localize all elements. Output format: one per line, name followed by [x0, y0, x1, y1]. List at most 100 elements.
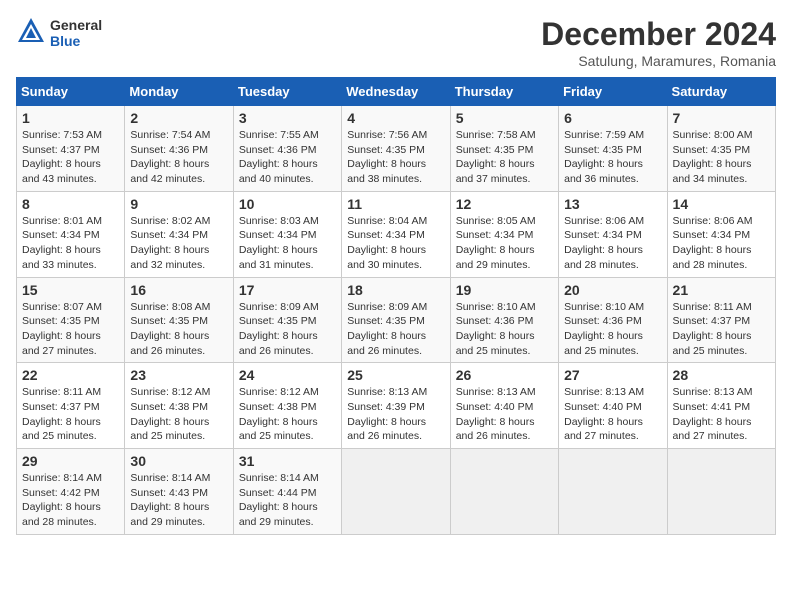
sunrise-label: Sunrise: 7:56 AM [347, 129, 427, 141]
daylight-label: Daylight: 8 hours and 38 minutes. [347, 158, 426, 185]
daylight-label: Daylight: 8 hours and 27 minutes. [22, 330, 101, 357]
sunrise-label: Sunrise: 8:10 AM [564, 301, 644, 313]
sunset-label: Sunset: 4:35 PM [130, 315, 208, 327]
day-info: Sunrise: 8:09 AM Sunset: 4:35 PM Dayligh… [347, 300, 444, 359]
sunset-label: Sunset: 4:41 PM [673, 401, 751, 413]
header-tuesday: Tuesday [233, 78, 341, 106]
header-saturday: Saturday [667, 78, 775, 106]
calendar-day-cell: 29 Sunrise: 8:14 AM Sunset: 4:42 PM Dayl… [17, 449, 125, 535]
daylight-label: Daylight: 8 hours and 25 minutes. [564, 330, 643, 357]
sunset-label: Sunset: 4:42 PM [22, 487, 100, 499]
sunrise-label: Sunrise: 8:07 AM [22, 301, 102, 313]
calendar-day-cell: 21 Sunrise: 8:11 AM Sunset: 4:37 PM Dayl… [667, 277, 775, 363]
calendar-day-cell: 14 Sunrise: 8:06 AM Sunset: 4:34 PM Dayl… [667, 191, 775, 277]
daylight-label: Daylight: 8 hours and 33 minutes. [22, 244, 101, 271]
sunrise-label: Sunrise: 8:03 AM [239, 215, 319, 227]
day-info: Sunrise: 8:10 AM Sunset: 4:36 PM Dayligh… [456, 300, 553, 359]
day-info: Sunrise: 8:04 AM Sunset: 4:34 PM Dayligh… [347, 214, 444, 273]
calendar-day-cell: 6 Sunrise: 7:59 AM Sunset: 4:35 PM Dayli… [559, 106, 667, 192]
daylight-label: Daylight: 8 hours and 25 minutes. [673, 330, 752, 357]
sunrise-label: Sunrise: 7:54 AM [130, 129, 210, 141]
day-number: 23 [130, 367, 227, 383]
day-number: 30 [130, 453, 227, 469]
daylight-label: Daylight: 8 hours and 27 minutes. [673, 416, 752, 443]
sunrise-label: Sunrise: 8:09 AM [347, 301, 427, 313]
day-info: Sunrise: 8:14 AM Sunset: 4:43 PM Dayligh… [130, 471, 227, 530]
daylight-label: Daylight: 8 hours and 26 minutes. [456, 416, 535, 443]
daylight-label: Daylight: 8 hours and 30 minutes. [347, 244, 426, 271]
sunrise-label: Sunrise: 8:12 AM [130, 386, 210, 398]
day-number: 19 [456, 282, 553, 298]
day-info: Sunrise: 8:12 AM Sunset: 4:38 PM Dayligh… [239, 385, 336, 444]
sunrise-label: Sunrise: 8:11 AM [673, 301, 752, 313]
logo-svg-icon [16, 16, 46, 46]
day-info: Sunrise: 8:00 AM Sunset: 4:35 PM Dayligh… [673, 128, 770, 187]
sunrise-label: Sunrise: 8:13 AM [347, 386, 427, 398]
sunset-label: Sunset: 4:36 PM [239, 144, 317, 156]
calendar-day-cell: 1 Sunrise: 7:53 AM Sunset: 4:37 PM Dayli… [17, 106, 125, 192]
day-info: Sunrise: 8:05 AM Sunset: 4:34 PM Dayligh… [456, 214, 553, 273]
day-info: Sunrise: 7:56 AM Sunset: 4:35 PM Dayligh… [347, 128, 444, 187]
header-thursday: Thursday [450, 78, 558, 106]
calendar-day-cell: 24 Sunrise: 8:12 AM Sunset: 4:38 PM Dayl… [233, 363, 341, 449]
daylight-label: Daylight: 8 hours and 25 minutes. [239, 416, 318, 443]
calendar-day-cell: 27 Sunrise: 8:13 AM Sunset: 4:40 PM Dayl… [559, 363, 667, 449]
calendar-day-cell: 17 Sunrise: 8:09 AM Sunset: 4:35 PM Dayl… [233, 277, 341, 363]
day-info: Sunrise: 7:54 AM Sunset: 4:36 PM Dayligh… [130, 128, 227, 187]
calendar-week-row: 1 Sunrise: 7:53 AM Sunset: 4:37 PM Dayli… [17, 106, 776, 192]
day-info: Sunrise: 8:11 AM Sunset: 4:37 PM Dayligh… [22, 385, 119, 444]
day-info: Sunrise: 8:08 AM Sunset: 4:35 PM Dayligh… [130, 300, 227, 359]
sunset-label: Sunset: 4:35 PM [673, 144, 751, 156]
calendar-day-cell [342, 449, 450, 535]
sunrise-label: Sunrise: 7:59 AM [564, 129, 644, 141]
day-number: 8 [22, 196, 119, 212]
daylight-label: Daylight: 8 hours and 26 minutes. [347, 416, 426, 443]
daylight-label: Daylight: 8 hours and 36 minutes. [564, 158, 643, 185]
sunrise-label: Sunrise: 8:13 AM [456, 386, 536, 398]
calendar-day-cell [559, 449, 667, 535]
sunset-label: Sunset: 4:35 PM [239, 315, 317, 327]
day-info: Sunrise: 8:03 AM Sunset: 4:34 PM Dayligh… [239, 214, 336, 273]
logo: General Blue [16, 16, 102, 51]
day-number: 13 [564, 196, 661, 212]
sunset-label: Sunset: 4:40 PM [564, 401, 642, 413]
sunset-label: Sunset: 4:37 PM [22, 144, 100, 156]
calendar-week-row: 8 Sunrise: 8:01 AM Sunset: 4:34 PM Dayli… [17, 191, 776, 277]
calendar-day-cell [667, 449, 775, 535]
sunset-label: Sunset: 4:43 PM [130, 487, 208, 499]
sunset-label: Sunset: 4:35 PM [347, 144, 425, 156]
sunrise-label: Sunrise: 8:13 AM [564, 386, 644, 398]
day-number: 28 [673, 367, 770, 383]
sunrise-label: Sunrise: 8:06 AM [673, 215, 753, 227]
daylight-label: Daylight: 8 hours and 29 minutes. [130, 501, 209, 528]
sunset-label: Sunset: 4:36 PM [130, 144, 208, 156]
calendar-day-cell: 2 Sunrise: 7:54 AM Sunset: 4:36 PM Dayli… [125, 106, 233, 192]
day-info: Sunrise: 8:02 AM Sunset: 4:34 PM Dayligh… [130, 214, 227, 273]
daylight-label: Daylight: 8 hours and 25 minutes. [456, 330, 535, 357]
calendar-title: December 2024 [541, 16, 776, 53]
day-number: 14 [673, 196, 770, 212]
calendar-day-cell: 12 Sunrise: 8:05 AM Sunset: 4:34 PM Dayl… [450, 191, 558, 277]
day-info: Sunrise: 8:13 AM Sunset: 4:40 PM Dayligh… [564, 385, 661, 444]
calendar-week-row: 22 Sunrise: 8:11 AM Sunset: 4:37 PM Dayl… [17, 363, 776, 449]
calendar-subtitle: Satulung, Maramures, Romania [541, 53, 776, 69]
day-number: 25 [347, 367, 444, 383]
sunset-label: Sunset: 4:34 PM [130, 229, 208, 241]
day-number: 15 [22, 282, 119, 298]
calendar-day-cell: 5 Sunrise: 7:58 AM Sunset: 4:35 PM Dayli… [450, 106, 558, 192]
calendar-day-cell: 10 Sunrise: 8:03 AM Sunset: 4:34 PM Dayl… [233, 191, 341, 277]
calendar-day-cell: 7 Sunrise: 8:00 AM Sunset: 4:35 PM Dayli… [667, 106, 775, 192]
day-number: 22 [22, 367, 119, 383]
daylight-label: Daylight: 8 hours and 34 minutes. [673, 158, 752, 185]
day-info: Sunrise: 8:13 AM Sunset: 4:41 PM Dayligh… [673, 385, 770, 444]
day-number: 11 [347, 196, 444, 212]
day-number: 3 [239, 110, 336, 126]
day-info: Sunrise: 8:11 AM Sunset: 4:37 PM Dayligh… [673, 300, 770, 359]
daylight-label: Daylight: 8 hours and 26 minutes. [130, 330, 209, 357]
calendar-day-cell: 23 Sunrise: 8:12 AM Sunset: 4:38 PM Dayl… [125, 363, 233, 449]
sunrise-label: Sunrise: 8:14 AM [22, 472, 102, 484]
day-info: Sunrise: 7:59 AM Sunset: 4:35 PM Dayligh… [564, 128, 661, 187]
day-number: 4 [347, 110, 444, 126]
sunset-label: Sunset: 4:39 PM [347, 401, 425, 413]
logo-general: General [50, 18, 102, 33]
